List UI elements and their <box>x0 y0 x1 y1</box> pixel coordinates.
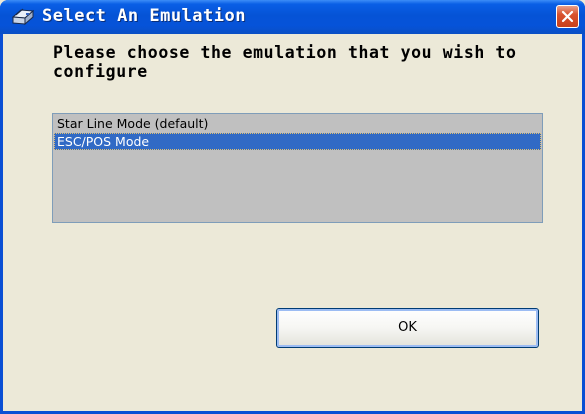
list-item-esc-pos-mode[interactable]: ESC/POS Mode <box>54 133 541 150</box>
emulation-listbox[interactable]: Star Line Mode (default) ESC/POS Mode <box>52 113 543 223</box>
prompt-text: Please choose the emulation that you wis… <box>53 43 517 81</box>
list-item-star-line-mode[interactable]: Star Line Mode (default) <box>54 115 541 132</box>
dialog-window: Select An Emulation Please choose the em… <box>0 0 585 414</box>
close-button[interactable] <box>556 5 579 28</box>
close-icon <box>561 10 574 23</box>
window-title: Select An Emulation <box>42 6 246 26</box>
printer-fax-icon <box>11 7 35 27</box>
title-bar[interactable]: Select An Emulation <box>0 0 585 34</box>
ok-button[interactable]: OK <box>276 308 539 348</box>
